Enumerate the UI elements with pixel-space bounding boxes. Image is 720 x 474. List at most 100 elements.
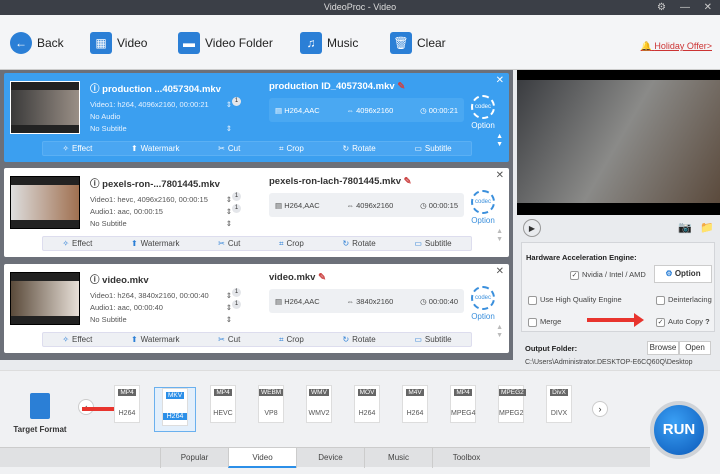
high-quality-checkbox[interactable]: Use High Quality Engine — [528, 295, 622, 305]
cut-button[interactable]: ✂ Cut — [218, 144, 240, 153]
format-mpeg2-mpeg2[interactable]: MPEG2 MPEG2 — [490, 385, 532, 430]
rotate-icon: ↻ — [342, 335, 350, 344]
cut-label: Cut — [227, 144, 241, 153]
reorder-arrows[interactable]: ▲ ▼ — [496, 133, 503, 149]
add-music-button[interactable]: ♫ Music — [300, 32, 358, 54]
remove-item-button[interactable]: ✕ — [496, 75, 504, 86]
edit-pencil-icon[interactable]: ✎ — [404, 176, 412, 187]
crop-label: Crop — [286, 334, 304, 344]
bell-icon: 🔔 — [640, 41, 652, 51]
add-video-button[interactable]: ▦ Video — [90, 32, 147, 54]
settings-icon[interactable]: ⚙ — [657, 0, 666, 15]
rotate-button[interactable]: ↻ Rotate — [342, 239, 375, 248]
video-thumbnail[interactable] — [10, 81, 80, 134]
play-button[interactable]: ▶ — [523, 219, 541, 237]
codec-option-button[interactable]: codec Option — [471, 286, 495, 321]
format-divx-divx[interactable]: DivX DIVX — [538, 385, 580, 430]
clear-button[interactable]: 🗑 Clear — [390, 32, 446, 54]
crop-button[interactable]: ⌗ Crop — [279, 239, 304, 249]
audio-track[interactable]: Audio1: aac, 00:00:15 ⇕ — [90, 206, 240, 218]
video-thumbnail[interactable] — [10, 176, 80, 229]
watermark-button[interactable]: ⬆ Watermark — [131, 335, 180, 344]
tab-video[interactable]: Video — [228, 448, 296, 468]
cut-button[interactable]: ✂ Cut — [218, 239, 240, 248]
camera-icon[interactable]: 📷 — [678, 221, 692, 234]
video-label: Video — [117, 36, 148, 50]
format-mov-h264[interactable]: MOV H264 — [346, 385, 388, 430]
run-button[interactable]: RUN — [650, 401, 708, 459]
video-item[interactable]: ⓘ pexels-ron-...7801445.mkv Video1: hevc… — [4, 168, 509, 257]
info-icon[interactable]: ⓘ — [90, 179, 100, 190]
format-m4v-h264[interactable]: M4V H264 — [394, 385, 436, 430]
watermark-button[interactable]: ⬆ Watermark — [131, 144, 180, 153]
format-codec: HEVC — [213, 410, 233, 417]
add-video-folder-button[interactable]: ▬ Video Folder — [178, 32, 273, 54]
format-mp4-h264[interactable]: MP4 H264 — [106, 385, 148, 430]
codec-option-button[interactable]: codec Option — [471, 95, 495, 130]
video-track[interactable]: Video1: hevc, 4096x2160, 00:00:15 ⇕ — [90, 194, 240, 206]
edit-pencil-icon[interactable]: ✎ — [397, 81, 405, 92]
deinterlacing-checkbox[interactable]: Deinterlacing — [656, 295, 712, 305]
rotate-button[interactable]: ↻ Rotate — [342, 144, 375, 153]
format-tag: MKV — [165, 392, 185, 399]
info-icon[interactable]: ⓘ — [90, 84, 100, 95]
subtitle-track[interactable]: No Subtitle ⇕ — [90, 218, 240, 230]
format-mp4-hevc[interactable]: MP4 HEVC — [202, 385, 244, 430]
video-track[interactable]: Video1: h264, 4096x2160, 00:00:21 ⇕ — [90, 99, 240, 111]
remove-item-button[interactable]: ✕ — [496, 266, 504, 277]
open-button[interactable]: Open — [679, 341, 711, 355]
effect-button[interactable]: ✧ Effect — [62, 144, 92, 153]
watermark-button[interactable]: ⬆ Watermark — [131, 239, 180, 248]
tab-device[interactable]: Device — [296, 448, 364, 468]
info-icon[interactable]: ⓘ — [90, 275, 100, 286]
subtitle-button[interactable]: ▭ Subtitle — [414, 335, 451, 344]
tab-popular[interactable]: Popular — [160, 448, 228, 468]
cut-button[interactable]: ✂ Cut — [218, 335, 240, 344]
reorder-arrows[interactable]: ▲ ▼ — [496, 324, 503, 340]
subtitle-button[interactable]: ▭ Subtitle — [414, 144, 451, 153]
holiday-offer-link[interactable]: 🔔 Holiday Offer> — [641, 41, 712, 52]
minimize-button[interactable]: — — [680, 0, 690, 15]
codec-option-button[interactable]: codec Option — [471, 190, 495, 225]
auto-copy-checkbox[interactable]: ✓ Auto Copy ? — [656, 317, 710, 327]
help-icon[interactable]: ? — [705, 317, 710, 326]
reorder-arrows[interactable]: ▲ ▼ — [496, 228, 503, 244]
edit-pencil-icon[interactable]: ✎ — [318, 272, 326, 283]
subtitle-track[interactable]: No Subtitle ⇕ — [90, 123, 240, 135]
target-format-button[interactable]: Target Format — [12, 393, 68, 434]
hw-accel-checkbox[interactable]: ✓ Nvidia / Intel / AMD — [570, 270, 646, 280]
browse-button[interactable]: Browse — [647, 341, 679, 355]
scroll-right-button[interactable]: › — [592, 401, 608, 417]
crop-button[interactable]: ⌗ Crop — [279, 144, 304, 154]
folder-icon[interactable]: 📁 — [700, 221, 714, 234]
effect-button[interactable]: ✧ Effect — [62, 239, 92, 248]
tab-toolbox[interactable]: Toolbox — [432, 448, 500, 468]
effect-label: Effect — [72, 144, 93, 153]
video-track[interactable]: Video1: h264, 3840x2160, 00:00:40 ⇕ — [90, 290, 240, 302]
effect-button[interactable]: ✧ Effect — [62, 335, 92, 344]
cut-icon: ✂ — [218, 144, 225, 153]
close-window-button[interactable]: ✕ — [704, 0, 712, 15]
back-button[interactable]: ← Back — [10, 32, 64, 54]
rotate-button[interactable]: ↻ Rotate — [342, 335, 375, 344]
crop-button[interactable]: ⌗ Crop — [279, 335, 304, 345]
video-thumbnail[interactable] — [10, 272, 80, 325]
hw-accel-title: Hardware Acceleration Engine: — [526, 253, 637, 262]
audio-track[interactable]: No Audio — [90, 111, 240, 123]
tab-music[interactable]: Music — [364, 448, 432, 468]
format-mkv-h264[interactable]: MKV H264 — [154, 387, 196, 432]
video-item[interactable]: ⓘ video.mkv Video1: h264, 3840x2160, 00:… — [4, 264, 509, 353]
hw-option-button[interactable]: ⚙ Option — [654, 265, 712, 283]
subtitle-button[interactable]: ▭ Subtitle — [414, 239, 451, 248]
video-item[interactable]: ⓘ production ...4057304.mkv Video1: h264… — [4, 73, 509, 162]
format-webm-vp8[interactable]: WEBM VP8 — [250, 385, 292, 430]
format-mp4-mpeg4[interactable]: MP4 MPEG4 — [442, 385, 484, 430]
audio-track[interactable]: Audio1: aac, 00:00:40 ⇕ — [90, 302, 240, 314]
video-track-badge: 1 — [232, 97, 241, 106]
video-preview[interactable] — [517, 70, 720, 215]
merge-checkbox[interactable]: Merge — [528, 317, 561, 327]
toolbar: ← Back ▦ Video ▬ Video Folder ♫ Music 🗑 Clear… — [0, 15, 720, 70]
remove-item-button[interactable]: ✕ — [496, 170, 504, 181]
subtitle-track[interactable]: No Subtitle ⇕ — [90, 314, 240, 326]
format-wmv-wmv2[interactable]: WMV WMV2 — [298, 385, 340, 430]
